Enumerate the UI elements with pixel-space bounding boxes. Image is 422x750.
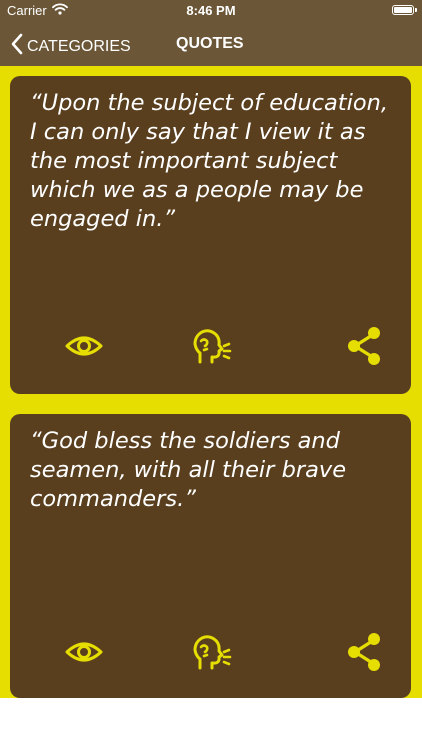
- battery-level: [394, 7, 412, 13]
- quote-card[interactable]: “Upon the subject of education, I can on…: [10, 76, 411, 394]
- eye-icon: [65, 336, 103, 356]
- status-bar: Carrier 8:46 PM: [0, 0, 422, 22]
- view-button[interactable]: [59, 627, 109, 677]
- share-icon: [348, 633, 380, 671]
- clock: 8:46 PM: [186, 3, 236, 18]
- battery-icon: [392, 5, 417, 15]
- speak-button[interactable]: [185, 627, 235, 677]
- view-button[interactable]: [59, 321, 109, 371]
- back-button-label: CATEGORIES: [27, 37, 131, 55]
- share-button[interactable]: [340, 627, 390, 677]
- quote-actions: [10, 627, 411, 677]
- speak-button[interactable]: [185, 321, 235, 371]
- share-button[interactable]: [340, 321, 390, 371]
- speak-icon: [193, 635, 232, 670]
- eye-icon: [65, 642, 103, 662]
- page-title: QUOTES: [176, 35, 244, 52]
- navigation-bar: CATEGORIES QUOTES: [0, 22, 422, 66]
- quote-actions: [10, 321, 411, 371]
- share-icon: [348, 327, 380, 365]
- quotes-list[interactable]: “Upon the subject of education, I can on…: [0, 66, 422, 698]
- speak-icon: [193, 329, 232, 364]
- chevron-left-icon: [10, 33, 23, 60]
- quote-text: “God bless the soldiers and seamen, with…: [30, 428, 347, 512]
- back-button[interactable]: CATEGORIES: [10, 33, 131, 60]
- top-bar: Carrier 8:46 PM CATEGORIES QUOTES: [0, 0, 422, 66]
- quote-text: “Upon the subject of education, I can on…: [30, 90, 389, 232]
- quote-card[interactable]: “God bless the soldiers and seamen, with…: [10, 414, 411, 698]
